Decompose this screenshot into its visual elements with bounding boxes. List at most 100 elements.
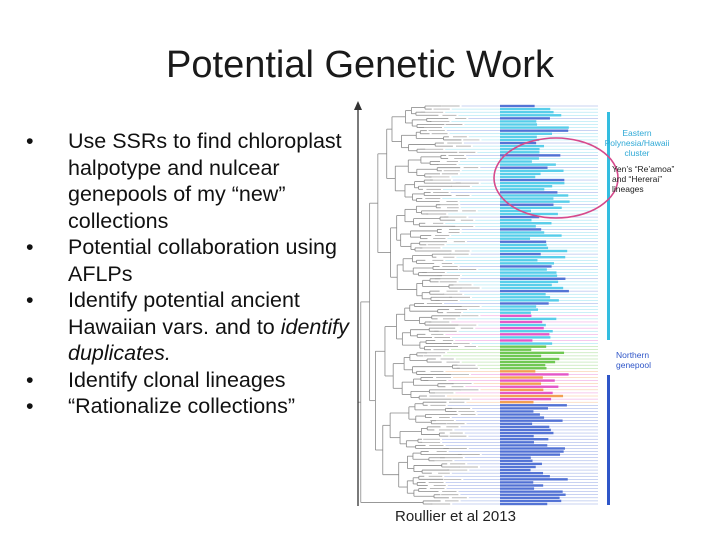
leaf-label [500, 499, 562, 503]
leaf-label [500, 262, 555, 265]
bullet-item: • “Rationalize collections” [26, 393, 356, 420]
leaf-label [500, 181, 565, 185]
leaf-label [500, 475, 550, 478]
leaf-label [500, 302, 549, 305]
leaf-label [500, 363, 546, 367]
leaf-label [500, 336, 551, 339]
leaf-label [500, 388, 544, 392]
northern-genepool-bar [607, 375, 610, 505]
leaf-label [500, 487, 535, 490]
leaf-label [500, 496, 560, 500]
leaf-label [500, 237, 531, 240]
leaf-label [500, 271, 557, 274]
leaf-label [500, 478, 568, 481]
leaf-label [500, 444, 548, 447]
leaf-label [500, 249, 568, 253]
leaf-label [500, 178, 565, 182]
bullet-icon: • [26, 394, 34, 418]
leaf-label [500, 438, 549, 441]
leaf-label [500, 459, 533, 463]
bullet-icon: • [26, 367, 34, 392]
leaf-label [500, 394, 564, 398]
slide: Potential Genetic Work • Use SSRs to find… [0, 0, 720, 540]
leaf-label [500, 172, 541, 176]
leaf-label [500, 490, 563, 493]
phylogenetic-tree-figure: Eastern Polynesia/Hawaii cluster Yen’s “… [348, 100, 674, 510]
northern-label-line: genepool [616, 360, 651, 370]
leaf-label [500, 175, 536, 179]
yen-label-line: lineages [612, 184, 644, 194]
leaf-label [500, 410, 534, 413]
leaf-label [500, 323, 546, 327]
leaf-label [500, 428, 551, 432]
leaf-label [500, 160, 532, 163]
yen-label-line: and “Hererai” [612, 174, 663, 184]
bullet-text: Identify clonal lineages [68, 367, 286, 392]
leaf-label [500, 206, 562, 210]
leaf-label [500, 330, 553, 333]
bullet-text: Use SSRs to find chloroplast halpotype a… [68, 129, 342, 233]
leaf-label [500, 197, 554, 200]
bullet-item: • Identify clonal lineages [26, 367, 356, 394]
leaf-label [500, 209, 531, 213]
leaf-label [500, 293, 546, 296]
bullet-item: • Potential collaboration using AFLPs [26, 234, 356, 287]
bullet-icon: • [26, 129, 34, 153]
leaf-label [500, 107, 551, 111]
leaf-label [500, 342, 553, 345]
leaf-label [500, 431, 554, 435]
leaf-label [500, 120, 537, 123]
leaf-label [500, 166, 548, 169]
leaf-label [500, 305, 537, 308]
leaf-label [500, 191, 558, 194]
leaf-label [500, 135, 537, 139]
leaf-label [500, 314, 532, 317]
yen-label-line: Yen’s “Re’amoa” [612, 164, 675, 174]
leaf-label [500, 326, 544, 330]
leaf-label [500, 502, 548, 506]
leaf-label [500, 129, 569, 132]
leaf-label [500, 277, 566, 280]
eastern-label-line: Eastern [622, 128, 652, 138]
leaf-label [500, 228, 542, 231]
figure-caption: Roullier et al 2013 [395, 508, 516, 525]
leaf-label [500, 416, 545, 419]
leaf-label [500, 471, 544, 475]
leaf-label [500, 453, 561, 456]
bullet-item: • Identify potential ancient Hawaiian var… [26, 287, 356, 367]
slide-title: Potential Genetic Work [166, 44, 554, 86]
bullet-icon: • [26, 288, 34, 312]
leaf-label [500, 234, 562, 237]
leaf-label [500, 255, 566, 259]
leaf-label [500, 286, 564, 290]
leaf-label [500, 400, 534, 404]
bullet-item: • Use SSRs to find chloroplast halpotype … [26, 128, 356, 234]
leaf-label [500, 104, 535, 108]
leaf-label [500, 397, 552, 401]
leaf-label [500, 114, 562, 117]
leaf-label [500, 240, 547, 243]
leaf-label [500, 345, 547, 348]
leaf-label [500, 252, 541, 256]
eastern-cluster-label: Eastern Polynesia/Hawaii cluster [592, 128, 682, 158]
leaf-label [500, 382, 542, 385]
leaf-label [500, 194, 569, 197]
leaf-label [500, 225, 536, 228]
leaf-label [500, 317, 557, 321]
yen-lineages-label: Yen’s “Re’amoa” and “Hererai” lineages [612, 164, 682, 194]
leaf-label [500, 434, 534, 438]
leaf-label [500, 404, 567, 407]
leaf-label [500, 222, 552, 225]
leaf-label [500, 493, 566, 496]
bullet-list: • Use SSRs to find chloroplast halpotype … [26, 128, 356, 420]
leaf-label [500, 308, 539, 311]
leaf-label [500, 391, 553, 395]
leaf-label [500, 132, 553, 135]
northern-genepool-label: Northern genepool [616, 350, 676, 370]
leaf-label [500, 110, 554, 114]
northern-label-line: Northern [616, 350, 650, 360]
leaf-label [500, 274, 558, 277]
arrow-head-icon [354, 101, 362, 110]
leaf-label [500, 283, 552, 287]
leaf-label [500, 339, 533, 342]
